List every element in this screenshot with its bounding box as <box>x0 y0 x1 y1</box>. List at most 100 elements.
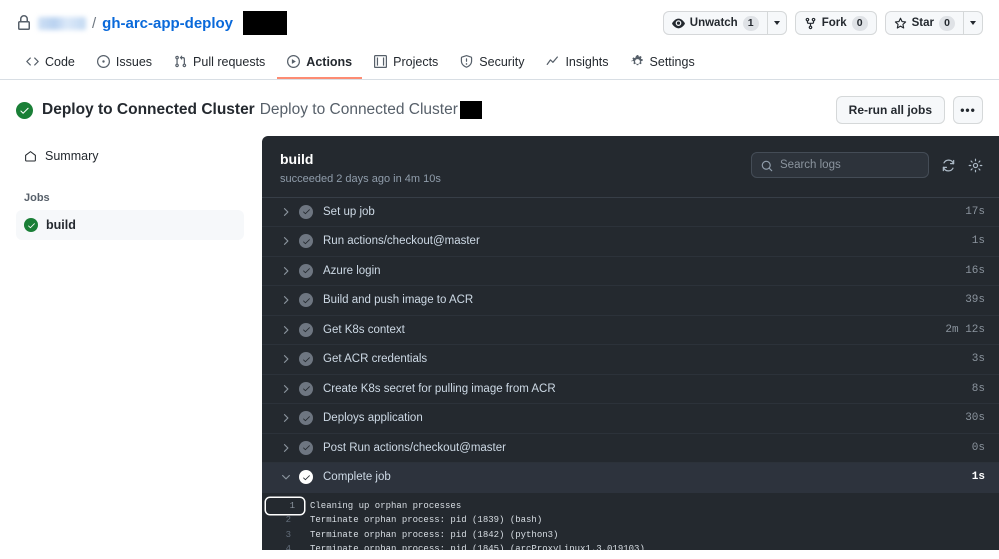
check-circle-icon <box>299 381 313 396</box>
step-duration: 17s <box>965 205 985 218</box>
sidebar-jobs-heading: Jobs <box>24 192 50 204</box>
step-label: Post Run actions/checkout@master <box>323 441 506 454</box>
step-label: Get ACR credentials <box>323 353 428 366</box>
log-line[interactable]: 1 Cleaning up orphan processes <box>262 499 999 514</box>
step-row[interactable]: Run actions/checkout@master 1s <box>262 227 999 257</box>
graph-icon <box>546 55 559 68</box>
job-log-panel: build succeeded 2 days ago in 4m 10s Sea… <box>262 136 999 550</box>
check-circle-icon <box>299 322 313 337</box>
log-line-number[interactable]: 2 <box>270 515 300 525</box>
check-circle-icon <box>299 234 313 249</box>
sidebar-item-summary[interactable]: Summary <box>16 142 244 170</box>
job-name: build <box>280 151 314 167</box>
sidebar-item-job-build[interactable]: build <box>16 210 244 240</box>
tab-pull-requests[interactable]: Pull requests <box>164 46 275 79</box>
unwatch-label: Unwatch <box>689 17 738 29</box>
rerun-all-jobs-button[interactable]: Re-run all jobs <box>835 96 945 124</box>
step-row[interactable]: Post Run actions/checkout@master 0s <box>262 434 999 464</box>
step-row[interactable]: Deploys application 30s <box>262 404 999 434</box>
step-duration: 0s <box>971 441 985 454</box>
play-icon <box>287 55 301 68</box>
step-duration: 1s <box>971 235 985 248</box>
star-count: 0 <box>939 15 955 31</box>
project-icon <box>374 55 388 68</box>
step-row[interactable]: Get ACR credentials 3s <box>262 345 999 375</box>
fork-button[interactable]: Fork 0 <box>794 11 877 35</box>
gear-icon <box>630 55 644 68</box>
step-duration: 39s <box>965 294 985 307</box>
star-label: Star <box>911 17 934 29</box>
step-row[interactable]: Build and push image to ACR 39s <box>262 286 999 316</box>
search-logs-input[interactable] <box>780 159 919 171</box>
run-body: Summary Jobs build build succeeded 2 day… <box>0 136 999 550</box>
tab-issues[interactable]: Issues <box>87 46 162 79</box>
step-row[interactable]: Set up job 17s <box>262 198 999 228</box>
watch-dropdown-button[interactable] <box>766 11 787 35</box>
log-line-number[interactable]: 3 <box>270 530 300 540</box>
repo-header-bar: / gh-arc-app-deploy Unwatch 1 Fork 0 Sta… <box>0 0 999 46</box>
code-icon <box>26 55 39 68</box>
kebab-menu-button[interactable]: ••• <box>953 96 983 124</box>
repo-name-link[interactable]: gh-arc-app-deploy <box>102 15 233 32</box>
search-logs-box[interactable] <box>751 152 929 178</box>
chevron-right-icon <box>280 235 292 247</box>
watch-count: 1 <box>742 15 759 31</box>
log-line[interactable]: 4 Terminate orphan process: pid (1845) (… <box>262 542 999 550</box>
tab-security[interactable]: Security <box>450 46 534 79</box>
chevron-right-icon <box>280 412 292 424</box>
fork-label: Fork <box>821 17 847 29</box>
tab-settings-label: Settings <box>649 54 695 69</box>
tab-projects[interactable]: Projects <box>364 46 448 79</box>
log-line-number[interactable]: 4 <box>270 544 300 550</box>
check-circle-icon <box>299 440 313 455</box>
repo-badge-redacted <box>243 11 288 35</box>
breadcrumb: / gh-arc-app-deploy <box>16 11 288 35</box>
fork-count: 0 <box>851 15 868 31</box>
log-line-number[interactable]: 1 <box>266 498 304 514</box>
sidebar-job-label: build <box>46 218 76 232</box>
log-line[interactable]: 2 Terminate orphan process: pid (1839) (… <box>262 513 999 528</box>
tab-code[interactable]: Code <box>16 46 85 79</box>
git-pull-request-icon <box>174 55 187 68</box>
star-dropdown-button[interactable] <box>963 11 983 35</box>
step-row-expanded[interactable]: Complete job 1s <box>262 463 999 493</box>
watch-button-group[interactable]: Unwatch 1 <box>662 11 787 35</box>
chevron-right-icon <box>280 324 292 336</box>
page-title: Deploy to Connected Cluster <box>42 101 255 118</box>
step-row[interactable]: Azure login 16s <box>262 257 999 287</box>
workflow-run-header: Deploy to Connected Cluster Deploy to Co… <box>0 80 999 136</box>
star-button-group[interactable]: Star 0 <box>884 11 983 35</box>
tab-insights[interactable]: Insights <box>536 46 618 79</box>
refresh-icon[interactable] <box>941 158 956 173</box>
step-row[interactable]: Create K8s secret for pulling image from… <box>262 375 999 405</box>
tab-settings[interactable]: Settings <box>621 46 705 79</box>
search-icon <box>761 159 773 172</box>
step-label: Build and push image to ACR <box>323 294 474 307</box>
log-line-text: Terminate orphan process: pid (1845) (ar… <box>310 544 645 550</box>
log-line-text: Terminate orphan process: pid (1842) (py… <box>310 529 559 540</box>
tab-security-label: Security <box>479 54 525 69</box>
run-header-actions: Re-run all jobs ••• <box>835 96 983 124</box>
log-line[interactable]: 3 Terminate orphan process: pid (1842) (… <box>262 528 999 543</box>
tab-issues-label: Issues <box>115 54 153 69</box>
run-number-redacted <box>459 101 482 119</box>
unwatch-button[interactable]: Unwatch 1 <box>662 11 767 35</box>
chevron-right-icon <box>280 294 292 306</box>
run-sidebar: Summary Jobs build <box>16 136 244 550</box>
sidebar-item-summary-label: Summary <box>45 149 99 163</box>
chevron-right-icon <box>280 383 292 395</box>
chevron-right-icon <box>280 442 292 454</box>
repo-owner-redacted[interactable] <box>38 16 86 30</box>
job-steps-list: Set up job 17s Run actions/checkout@mast… <box>262 198 999 550</box>
chevron-right-icon <box>280 353 292 365</box>
tab-actions[interactable]: Actions <box>277 46 363 79</box>
repo-actions: Unwatch 1 Fork 0 Star 0 <box>662 11 983 35</box>
gear-icon[interactable] <box>968 158 983 173</box>
step-label: Get K8s context <box>323 323 405 336</box>
star-button[interactable]: Star 0 <box>884 11 963 35</box>
step-label: Deploys application <box>323 412 423 425</box>
step-row[interactable]: Get K8s context 2m 12s <box>262 316 999 346</box>
tab-pull-requests-label: Pull requests <box>193 54 266 69</box>
step-duration: 3s <box>971 353 985 366</box>
chevron-right-icon <box>280 265 292 277</box>
